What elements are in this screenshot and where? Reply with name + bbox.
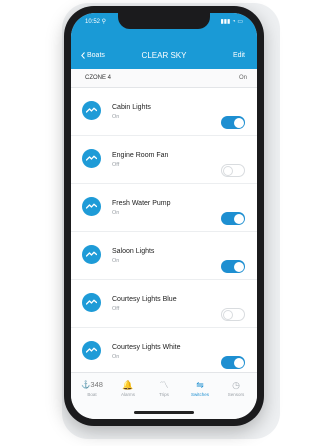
toggle-switch[interactable]: [221, 212, 245, 225]
toggle-knob: [233, 117, 244, 128]
switch-list: Cabin Lights On Engine Room Fan Off Fres…: [71, 88, 257, 376]
status-time: 10:52 ⚲: [85, 19, 107, 25]
switch-state: Off: [112, 306, 120, 312]
tab-label: Trips: [159, 392, 169, 397]
tab-label: Switches: [190, 392, 209, 397]
nav-bar: Boats CLEAR SKY Edit: [71, 50, 257, 64]
toggle-switch[interactable]: [221, 356, 245, 369]
tab-switches[interactable]: ⇋ Switches: [185, 379, 215, 397]
toggle-knob: [233, 213, 244, 224]
edit-button[interactable]: Edit: [233, 52, 245, 59]
switch-label: Cabin Lights: [112, 104, 151, 111]
chart-icon: 〽: [159, 380, 169, 390]
switches-icon: ⇋: [196, 380, 204, 390]
toggle-knob: [223, 165, 233, 176]
zone-state: On: [238, 75, 247, 81]
toggle-knob: [233, 261, 244, 272]
phone-notch: [118, 13, 210, 29]
page-title: CLEAR SKY: [141, 51, 187, 60]
tab-label: Alarms: [120, 392, 135, 397]
tab-bar: ⚓348 Boat 🔔 Alarms 〽 Trips ⇋ Switches ◷ …: [71, 372, 257, 419]
list-item[interactable]: Courtesy Lights Blue Off: [71, 280, 257, 328]
list-item[interactable]: Fresh Water Pump On: [71, 184, 257, 232]
bell-icon: 🔔: [122, 380, 134, 390]
tab-sensors[interactable]: ◷ Sensors: [221, 379, 251, 397]
status-icons: ▮▮▮ ◔ ▭: [220, 19, 243, 25]
toggle-knob: [223, 309, 233, 320]
app-screen: 10:52 ⚲ ▮▮▮ ◔ ▭ Boats CLEAR SKY Edit CZO…: [71, 13, 257, 419]
switch-icon: [82, 341, 101, 360]
toggle-switch[interactable]: [221, 116, 245, 129]
toggle-switch[interactable]: [221, 260, 245, 273]
toggle-knob: [233, 357, 244, 368]
list-item[interactable]: Engine Room Fan Off: [71, 136, 257, 184]
switch-icon: [82, 101, 101, 120]
phone-frame: 10:52 ⚲ ▮▮▮ ◔ ▭ Boats CLEAR SKY Edit CZO…: [64, 6, 264, 426]
tab-label: Sensors: [227, 392, 245, 397]
switch-label: Fresh Water Pump: [112, 200, 171, 207]
switch-state: On: [112, 114, 120, 120]
toggle-switch[interactable]: [221, 308, 245, 321]
home-indicator[interactable]: [134, 411, 194, 414]
switch-label: Courtesy Lights White: [112, 344, 181, 351]
switch-label: Saloon Lights: [112, 248, 155, 255]
switch-state: On: [112, 258, 120, 264]
switch-state: On: [112, 354, 120, 360]
list-item[interactable]: Saloon Lights On: [71, 232, 257, 280]
list-item[interactable]: Cabin Lights On: [71, 88, 257, 136]
switch-icon: [82, 245, 101, 264]
tab-label: Boat: [87, 392, 97, 397]
switch-state: Off: [112, 162, 120, 168]
switch-icon: [82, 149, 101, 168]
switch-icon: [82, 197, 101, 216]
gauge-icon: ◷: [232, 380, 240, 390]
zone-name: CZONE 4: [85, 75, 112, 81]
list-item[interactable]: Courtesy Lights White On: [71, 328, 257, 376]
switch-label: Courtesy Lights Blue: [112, 296, 177, 303]
boat-icon: ⚓348: [81, 380, 103, 389]
zone-header: CZONE 4 On: [71, 69, 257, 88]
tab-trips[interactable]: 〽 Trips: [149, 379, 179, 397]
switch-state: On: [112, 210, 120, 216]
switch-icon: [82, 293, 101, 312]
tab-boat[interactable]: ⚓348 Boat: [77, 379, 107, 397]
switch-label: Engine Room Fan: [112, 152, 169, 159]
toggle-switch[interactable]: [221, 164, 245, 177]
tab-alarms[interactable]: 🔔 Alarms: [113, 379, 143, 397]
